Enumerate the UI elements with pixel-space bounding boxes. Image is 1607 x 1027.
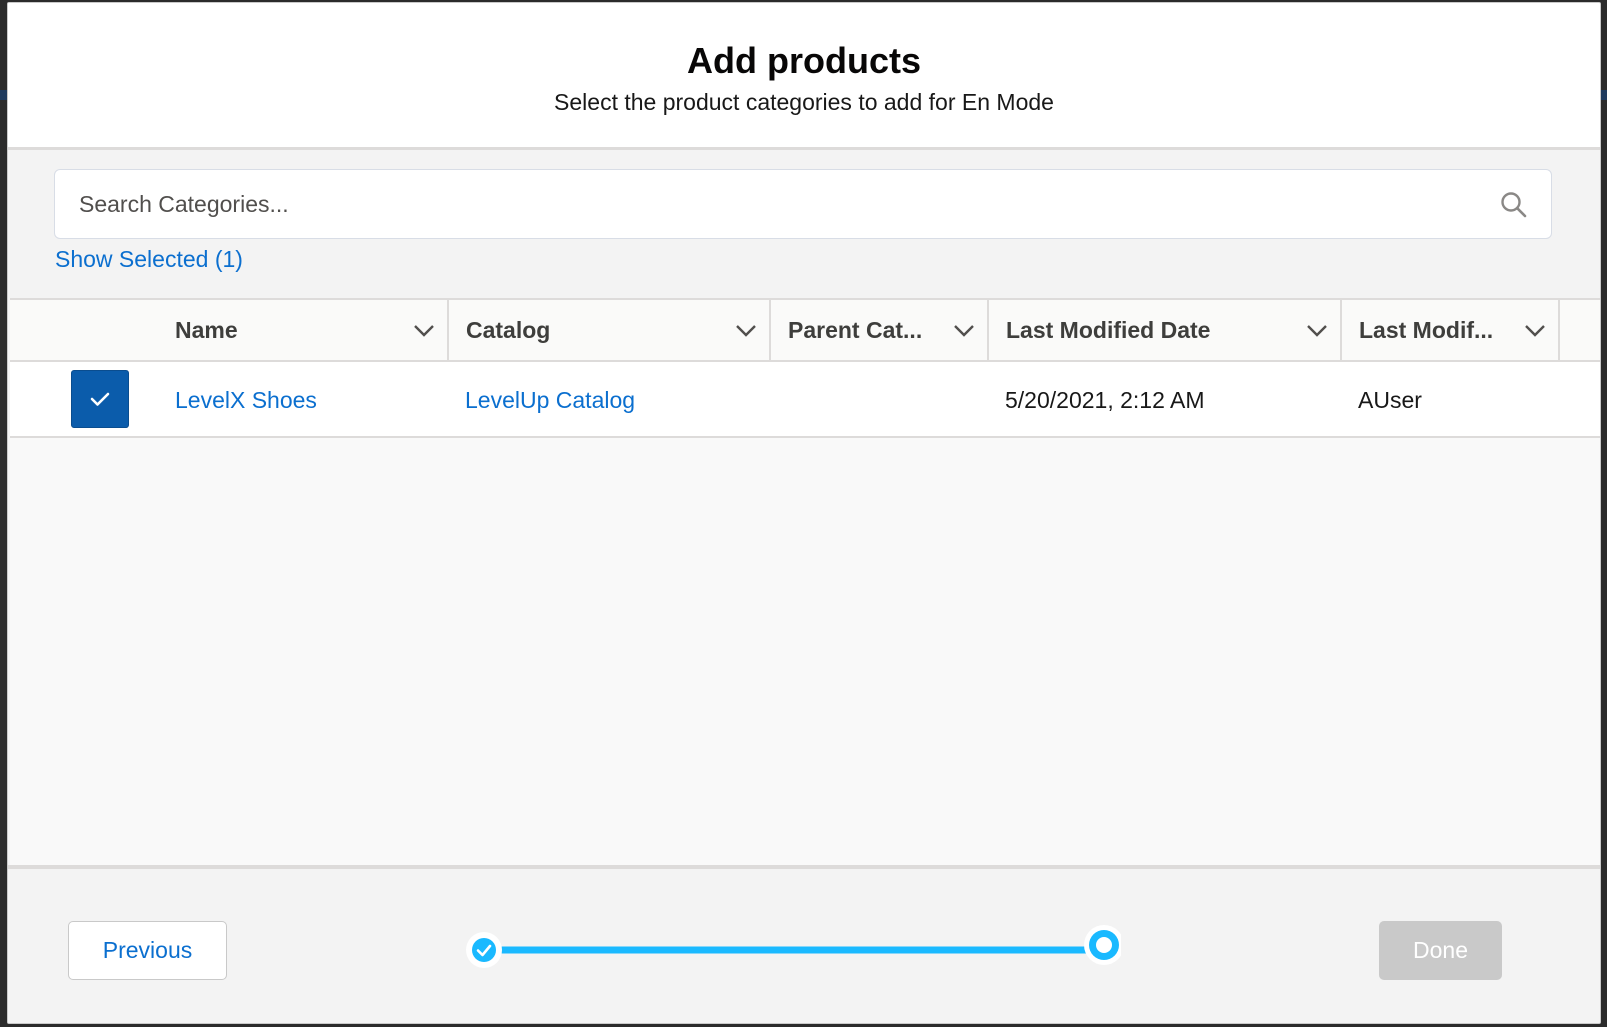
modal-body: Show Selected (1) Name Catalog Parent Ca… [8,150,1600,865]
modal-title: Add products [687,40,921,81]
row-select-checkbox[interactable] [71,370,129,428]
chevron-down-icon[interactable] [733,317,759,343]
chevron-down-icon[interactable] [951,317,977,343]
table-row: LevelX Shoes LevelUp Catalog 5/20/2021, … [10,362,1600,438]
chevron-down-icon[interactable] [1522,317,1548,343]
modal-subtitle: Select the product categories to add for… [554,89,1054,115]
progress-step-1-complete[interactable] [466,932,502,968]
categories-table: Name Catalog Parent Cat... Last Modified… [10,298,1600,865]
checkmark-icon [90,392,110,406]
chevron-down-icon[interactable] [411,317,437,343]
table-header: Name Catalog Parent Cat... Last Modified… [10,300,1600,362]
cell-last-modified-by: AUser [1358,386,1422,413]
chevron-down-icon[interactable] [1304,317,1330,343]
cell-catalog-link[interactable]: LevelUp Catalog [465,362,635,438]
search-icon[interactable] [1499,190,1529,220]
search-box[interactable] [54,169,1552,239]
progress-step-2-current[interactable] [1084,925,1121,965]
column-header-label: Last Modified Date [1006,316,1211,343]
previous-button[interactable]: Previous [68,921,227,980]
column-header-parent-category[interactable]: Parent Cat... [771,300,989,360]
search-input[interactable] [55,170,1551,238]
modal-footer: Previous Done [8,865,1600,1023]
column-header-label: Name [175,316,238,343]
column-header-catalog[interactable]: Catalog [449,300,771,360]
column-header-label: Catalog [466,316,551,343]
column-header-last-modified-by[interactable]: Last Modif... [1342,300,1560,360]
progress-indicator [466,925,1121,968]
cell-name-link[interactable]: LevelX Shoes [175,362,317,438]
done-button: Done [1379,921,1502,980]
add-products-modal: Add products Select the product categori… [7,2,1601,1024]
column-header-select [10,300,158,360]
cell-last-modified-date: 5/20/2021, 2:12 AM [1005,386,1205,413]
column-header-label: Last Modif... [1359,316,1494,343]
column-header-last-modified-date[interactable]: Last Modified Date [989,300,1342,360]
background-edge-right [1601,90,1607,100]
column-header-name[interactable]: Name [158,300,449,360]
modal-header: Add products Select the product categori… [8,3,1600,150]
column-header-label: Parent Cat... [788,316,923,343]
show-selected-link[interactable]: Show Selected (1) [55,246,243,273]
background-edge-left [0,90,7,100]
